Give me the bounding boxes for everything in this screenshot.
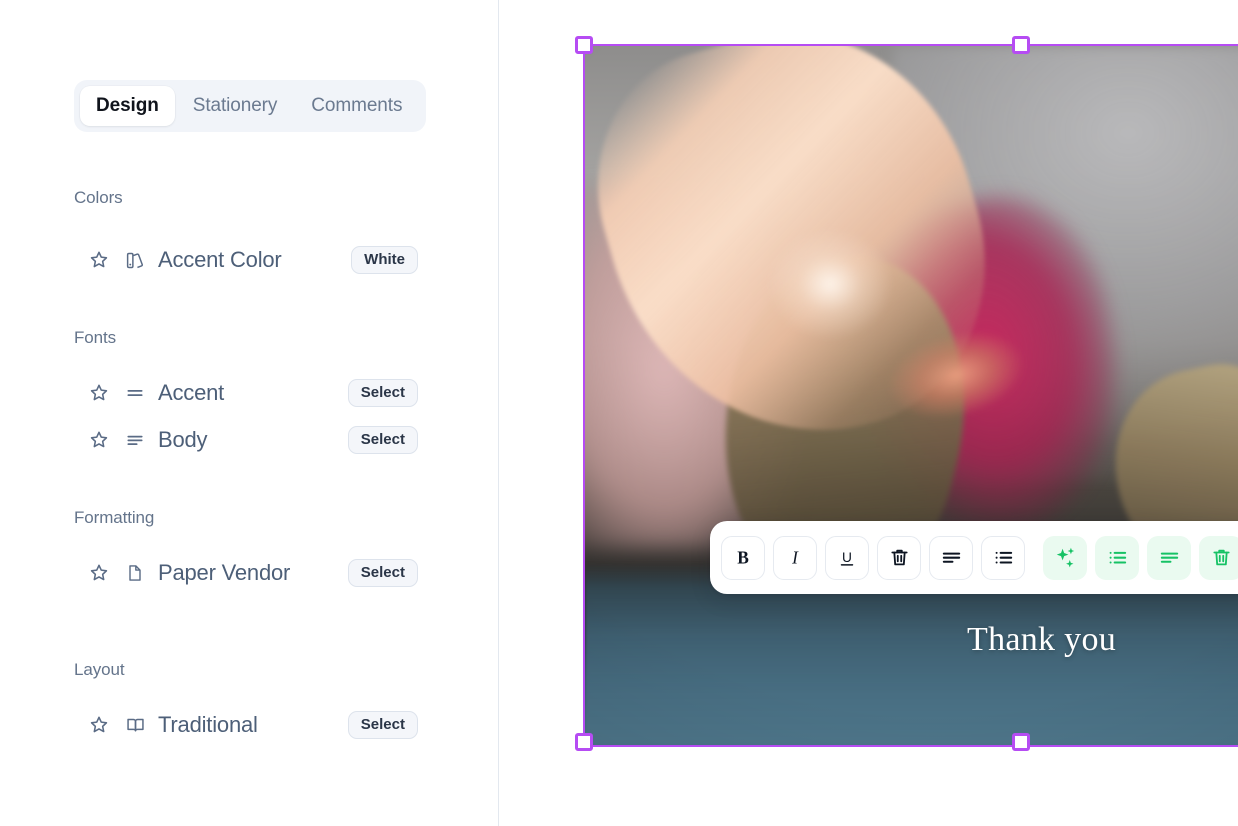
resize-handle-top-left[interactable] [575,36,593,54]
accent-font-select-button[interactable]: Select [347,379,418,407]
trash-icon [1210,546,1233,569]
selected-image-frame[interactable]: Thank you [575,36,1238,751]
row-label-accent-font: Accent [158,380,225,405]
tab-design[interactable]: Design [80,86,175,126]
document-icon [124,562,146,584]
open-book-icon [124,714,146,736]
bulleted-list-icon [992,546,1015,569]
delete-button[interactable] [877,535,921,580]
star-icon[interactable] [88,562,110,584]
ai-magic-button[interactable] [1043,535,1087,580]
color-swatch-icon [124,249,146,271]
bold-icon: B [732,547,754,569]
bold-button[interactable]: B [721,535,765,580]
row-label-paper-vendor: Paper Vendor [158,560,291,585]
row-label-accent-color: Accent Color [158,247,282,272]
star-icon[interactable] [88,429,110,451]
paper-vendor-select-button[interactable]: Select [347,559,418,587]
row-body-font[interactable]: Body Select [88,425,418,455]
svg-text:U: U [842,550,852,565]
body-font-select-button[interactable]: Select [347,426,418,454]
align-left-button[interactable] [929,535,973,580]
row-label-layout-traditional: Traditional [158,712,258,737]
star-icon[interactable] [88,249,110,271]
ai-bulleted-list-button[interactable] [1095,535,1139,580]
sparkles-icon [1053,545,1078,570]
ai-delete-button[interactable] [1199,535,1238,580]
accent-color-value-button[interactable]: White [351,246,418,274]
resize-handle-bottom-left[interactable] [575,733,593,751]
floating-formatting-toolbar: B I U [710,521,1238,594]
star-icon[interactable] [88,714,110,736]
section-title-fonts: Fonts [74,328,117,347]
card-canvas[interactable]: Thank you B I U [499,0,1238,826]
resize-handle-top-middle[interactable] [1012,36,1030,54]
italic-icon: I [784,547,806,569]
text-lines-two-icon [124,382,146,404]
italic-button[interactable]: I [773,535,817,580]
layout-select-button[interactable]: Select [347,711,418,739]
photo-layer-vignette [585,46,1238,745]
tab-comments[interactable]: Comments [295,86,418,126]
design-sidebar-panel: Design Stationery Comments Colors Accent… [0,0,499,826]
resize-handle-bottom-middle[interactable] [1012,733,1030,751]
align-left-icon [1158,546,1181,569]
trash-icon [888,546,911,569]
panel-tabbar: Design Stationery Comments [74,80,427,132]
bulleted-list-button[interactable] [981,535,1025,580]
row-accent-color[interactable]: Accent Color White [88,245,418,275]
row-paper-vendor[interactable]: Paper Vendor Select [88,558,418,588]
underline-icon: U [836,547,858,569]
app-root: Design Stationery Comments Colors Accent… [0,0,1238,826]
row-layout-traditional[interactable]: Traditional Select [88,710,418,740]
underline-button[interactable]: U [825,535,869,580]
card-greeting-text[interactable]: Thank you [967,621,1116,659]
row-label-body-font: Body [158,427,208,452]
text-lines-three-icon [124,429,146,451]
card-photo[interactable] [585,46,1238,745]
section-title-layout: Layout [74,660,125,679]
row-accent-font[interactable]: Accent Select [88,378,418,408]
section-title-colors: Colors [74,188,123,207]
ai-align-left-button[interactable] [1147,535,1191,580]
svg-text:B: B [737,547,749,567]
star-icon[interactable] [88,382,110,404]
svg-text:I: I [791,547,799,567]
tab-stationery[interactable]: Stationery [177,86,294,126]
align-left-icon [940,546,963,569]
bulleted-list-icon [1106,546,1129,569]
section-title-formatting: Formatting [74,508,155,527]
